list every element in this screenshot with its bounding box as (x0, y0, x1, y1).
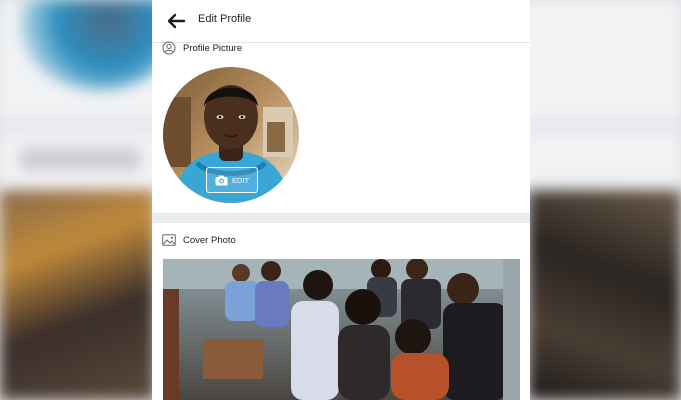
edit-profile-picture-button[interactable]: EDIT (206, 167, 258, 193)
user-circle-icon (162, 41, 176, 55)
profile-picture-heading: Profile Picture (162, 41, 242, 55)
cover-photo-heading: Cover Photo (162, 234, 236, 246)
image-icon (162, 234, 176, 246)
back-button[interactable] (164, 9, 188, 33)
section-divider (152, 213, 530, 223)
cover-photo-label: Cover Photo (183, 234, 236, 246)
camera-icon (215, 175, 228, 185)
cover-photo-image (163, 259, 520, 400)
page-title: Edit Profile (198, 13, 252, 25)
top-bar: Edit Profile (152, 0, 530, 43)
cover-photo[interactable] (163, 259, 520, 400)
profile-picture-label: Profile Picture (183, 42, 243, 54)
arrow-left-icon (167, 13, 186, 29)
edit-profile-panel: Edit Profile Profile Picture EDIT Cover … (152, 0, 530, 400)
edit-label: EDIT (231, 175, 250, 185)
